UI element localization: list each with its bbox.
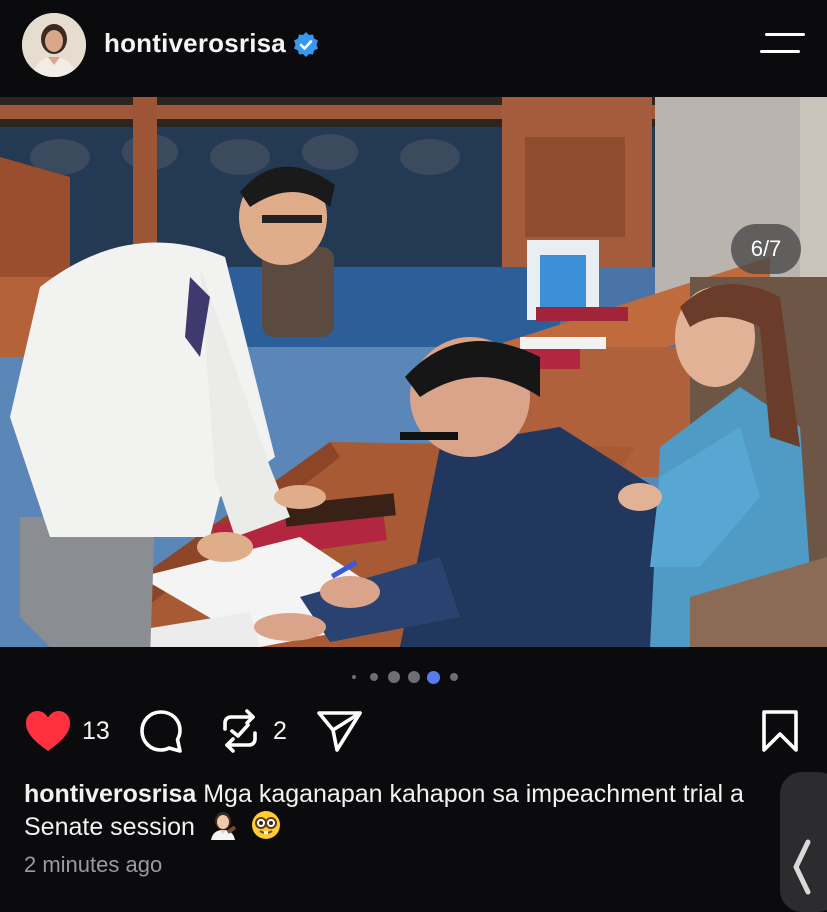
- avatar-image: [22, 13, 86, 77]
- bookmark-icon[interactable]: [761, 709, 799, 753]
- post-caption: hontiverosrisa Mga kaganapan kahapon sa …: [24, 779, 776, 843]
- carousel-dot[interactable]: [450, 673, 458, 681]
- carousel-indicator: [0, 669, 827, 685]
- share-icon[interactable]: [315, 709, 363, 753]
- chevron-left-icon: [793, 839, 811, 895]
- side-panel-handle[interactable]: [780, 772, 827, 912]
- carousel-dot[interactable]: [408, 671, 420, 683]
- carousel-counter: 6/7: [731, 224, 801, 274]
- avatar[interactable]: [22, 13, 86, 77]
- caption-username[interactable]: hontiverosrisa: [24, 780, 196, 808]
- carousel-dot[interactable]: [388, 671, 400, 683]
- repost-icon[interactable]: [219, 709, 261, 753]
- nerd-face-emoji: [251, 811, 280, 839]
- post-username[interactable]: hontiverosrisa: [104, 28, 286, 59]
- hamburger-menu-icon[interactable]: [760, 30, 806, 58]
- verified-badge-icon: [294, 32, 318, 57]
- post-header: hontiverosrisa: [0, 0, 827, 97]
- caption-text-line1: Mga kaganapan kahapon sa impeachment tri…: [203, 780, 744, 808]
- post-timestamp: 2 minutes ago: [24, 852, 163, 877]
- comment-icon[interactable]: [138, 709, 184, 755]
- post-image[interactable]: 6/7: [0, 97, 827, 647]
- carousel-dot[interactable]: [370, 673, 378, 681]
- repost-count[interactable]: 2: [273, 717, 287, 746]
- caption-text-line2: Senate session: [24, 813, 195, 841]
- woman-judge-emoji: [210, 812, 236, 840]
- carousel-dot-active[interactable]: [427, 671, 440, 684]
- like-count[interactable]: 13: [82, 717, 110, 746]
- senate-session-photo: [0, 97, 827, 647]
- carousel-dot[interactable]: [352, 675, 356, 679]
- heart-icon[interactable]: [24, 709, 72, 753]
